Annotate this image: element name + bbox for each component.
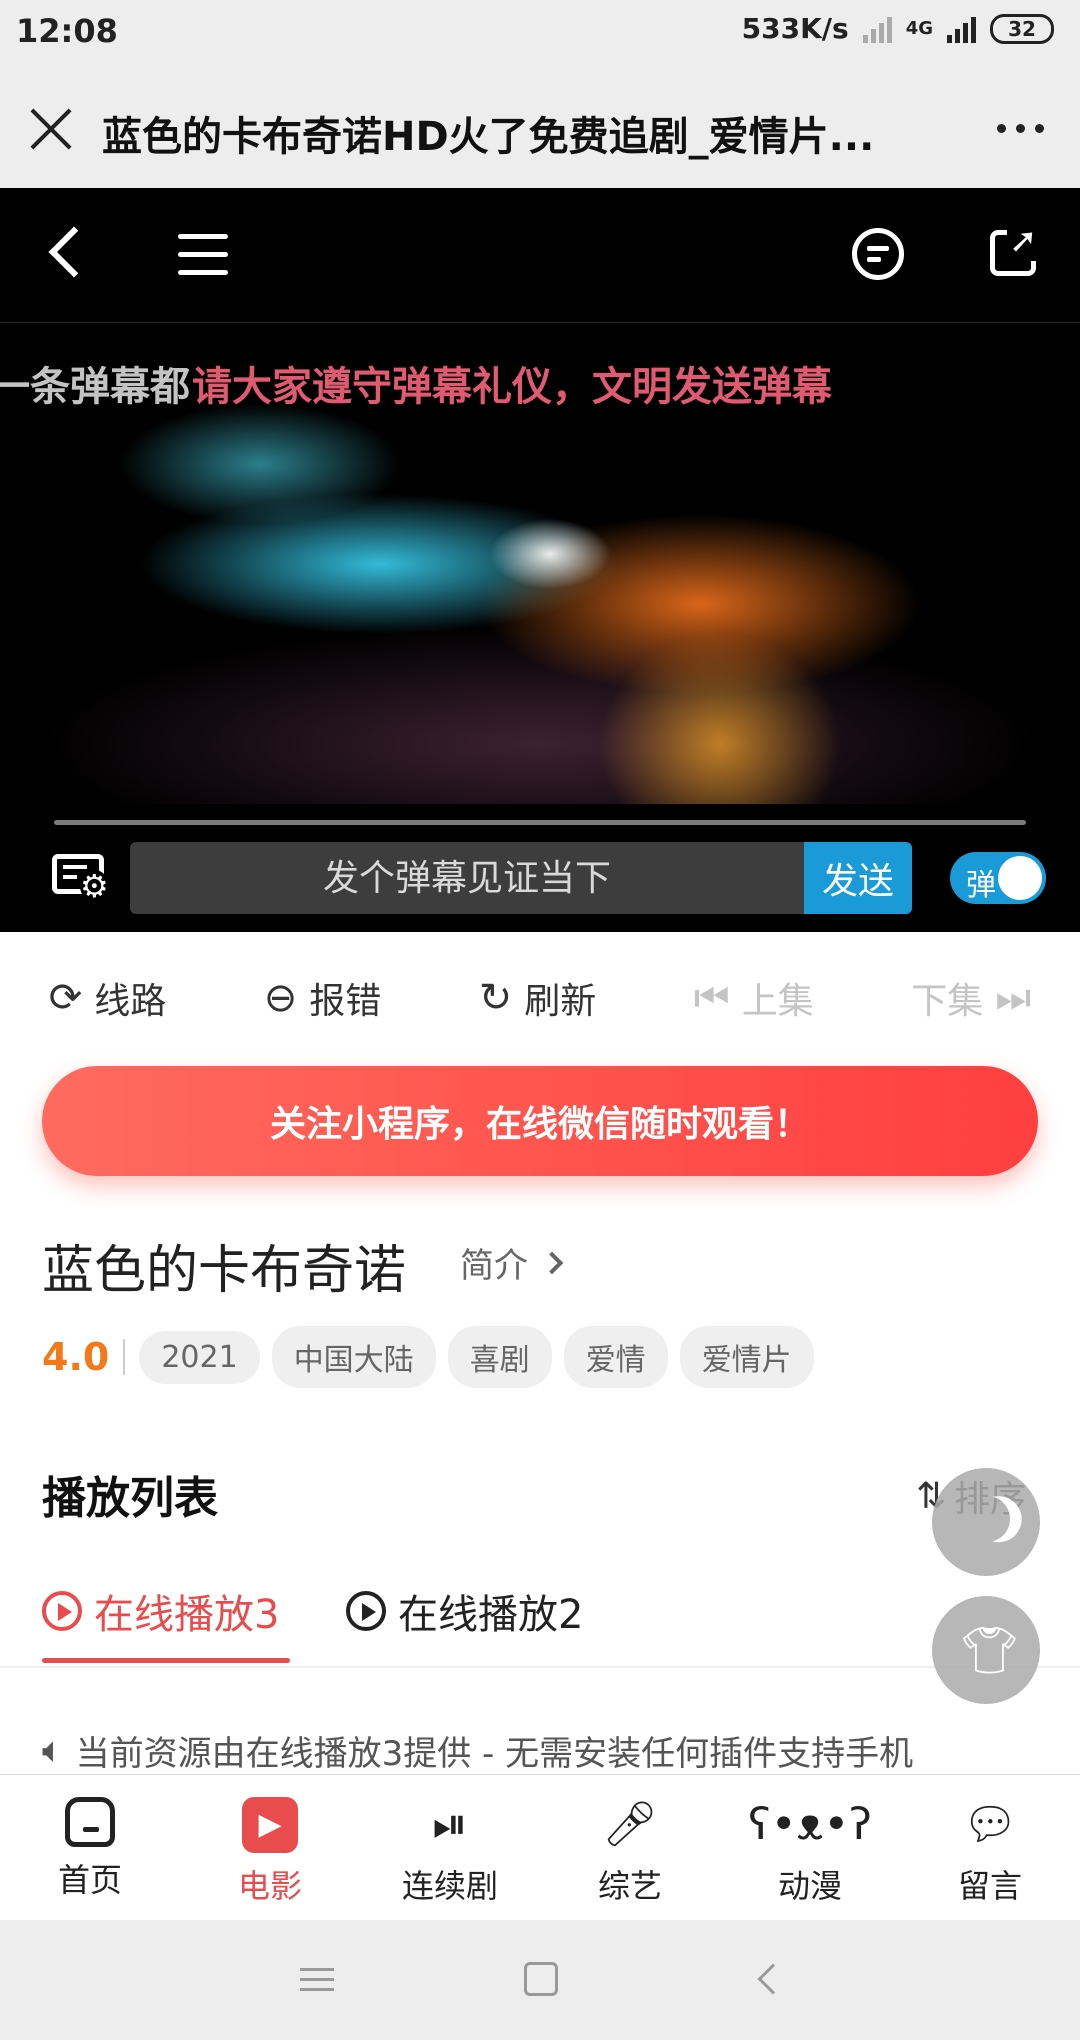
nav-variety[interactable]: 🎤︎ 综艺 [540,1775,720,1920]
nav-label: 首页 [57,1861,122,1899]
follow-mini-program-button[interactable]: 关注小程序，在线微信随时观看！ [42,1066,1038,1176]
danmaku-notice: 请大家遵守弹幕礼仪，文明发送弹幕 [192,364,832,410]
chevron-right-icon [540,1251,564,1274]
source-tabs: 在线播放3 在线播放2 [0,1570,1080,1668]
wifi-signal-icon [862,15,892,43]
refresh-button[interactable]: ↻ 刷新 [479,972,597,1024]
back-arrow-icon[interactable] [757,1963,789,1995]
play-circle-icon [42,1591,82,1631]
playlist-title: 播放列表 [42,1473,218,1524]
next-episode-button[interactable]: 下集 ⏭ [911,972,1031,1024]
intro-link[interactable]: 简介 [460,1238,564,1287]
night-mode-button[interactable] [932,1468,1040,1576]
nav-label: 综艺 [597,1867,662,1905]
toggle-knob [998,856,1042,900]
theme-button[interactable]: 👕︎ [932,1596,1040,1704]
tab-online-play-2[interactable]: 在线播放2 [346,1582,583,1640]
bear-face-icon: ʕ•ᴥ•ʔ [748,1799,872,1850]
status-bar: 12:08 533K/s 4G 32 [0,0,1080,66]
minus-circle-icon: ⊖ [263,975,298,1021]
home-square-icon[interactable] [524,1962,558,1996]
tab-label: 在线播放3 [94,1592,280,1638]
page-title: 蓝色的卡布奇诺HD火了免费追剧_爱情片... [102,114,875,160]
refresh-route-icon: ⟳ [48,975,83,1021]
danmaku-toggle-label: 弹 [966,868,996,903]
report-error-button[interactable]: ⊖ 报错 [264,972,382,1024]
nav-home[interactable]: 首页 [0,1775,180,1920]
report-error-label: 报错 [309,981,382,1022]
next-episode-label: 下集 [911,981,984,1022]
send-danmaku-button[interactable]: 发送 [804,842,912,914]
danmaku-text: 一条弹幕都 [0,364,190,410]
browser-title-bar: 蓝色的卡布奇诺HD火了免费追剧_爱情片... [0,66,1080,188]
route-button[interactable]: ⟳ 线路 [49,972,167,1024]
shirt-icon: 👕︎ [960,1623,1019,1677]
close-icon[interactable] [28,106,74,152]
previous-episode-label: 上集 [741,981,814,1022]
nav-tv-series[interactable]: ⏯ 连续剧 [360,1775,540,1920]
tag-year[interactable]: 2021 [139,1330,260,1384]
battery-icon: 32 [990,13,1054,44]
tag-category[interactable]: 爱情片 [679,1326,814,1388]
tag-genre[interactable]: 喜剧 [447,1326,552,1388]
tag-genre[interactable]: 爱情 [563,1326,668,1388]
refresh-icon: ↻ [478,975,513,1021]
tag-region[interactable]: 中国大陆 [271,1326,436,1388]
status-indicators: 533K/s 4G 32 [742,12,1054,45]
chat-icon[interactable] [852,228,904,280]
microphone-icon: 🎤︎ [602,1799,658,1850]
system-navigation-bar [0,1920,1080,2040]
route-label: 线路 [94,981,167,1022]
menu-icon[interactable] [178,232,228,278]
cell-signal-icon [947,15,976,43]
network-type: 4G [905,18,933,39]
bottom-navigation: 首页 ▶ 电影 ⏯ 连续剧 🎤︎ 综艺 ʕ•ᴥ•ʔ 动漫 💬︎ 留言 [0,1774,1080,1920]
nav-label: 电影 [237,1867,302,1905]
moon-icon [956,1488,1019,1551]
progress-bar[interactable] [54,820,1026,825]
next-episode-icon: ⏭ [995,975,1032,1021]
more-options-icon[interactable] [997,124,1044,133]
source-text: 当前资源由在线播放3提供 - 无需安装任何插件支持手机 [75,1734,914,1774]
home-icon [65,1797,115,1847]
divider [123,1339,126,1375]
source-notice: 🔈︎ 当前资源由在线播放3提供 - 无需安装任何插件支持手机 [42,1726,1042,1775]
danmaku-settings-icon[interactable]: ⚙ [52,852,112,902]
tv-series-icon: ⏯ [432,1799,468,1850]
nav-label: 留言 [957,1867,1022,1905]
player-controls: ⟳ 线路 ⊖ 报错 ↻ 刷新 ⏮ 上集 下集 ⏭ [0,950,1080,1046]
previous-episode-icon: ⏮ [693,975,730,1021]
danmaku-input[interactable] [130,842,804,914]
movie-title: 蓝色的卡布奇诺 [42,1241,407,1301]
nav-movie[interactable]: ▶ 电影 [180,1775,360,1920]
rating: 4.0 [42,1335,110,1379]
player-top-bar [0,188,1080,323]
battery-level: 32 [1008,16,1036,41]
previous-episode-button[interactable]: ⏮ 上集 [694,972,814,1024]
danmaku-toggle[interactable]: 弹 [950,852,1046,904]
video-player[interactable]: 一条弹幕都 请大家遵守弹幕礼仪，文明发送弹幕 ⚙ 发送 弹 [0,188,1080,932]
status-time: 12:08 [16,12,118,50]
movie-meta: 4.0 2021 中国大陆 喜剧 爱情 爱情片 [42,1326,814,1388]
tab-label: 在线播放2 [398,1592,584,1638]
network-speed: 533K/s [741,12,849,45]
refresh-label: 刷新 [524,981,597,1022]
back-icon[interactable] [48,226,100,278]
intro-label: 简介 [460,1246,528,1286]
nav-anime[interactable]: ʕ•ᴥ•ʔ 动漫 [720,1775,900,1920]
active-tab-indicator [42,1658,290,1663]
speaker-icon: 🔈︎ [42,1729,64,1771]
movie-icon: ▶ [242,1797,298,1853]
nav-label: 动漫 [777,1867,842,1905]
share-icon[interactable] [990,221,1040,276]
tab-online-play-3[interactable]: 在线播放3 [42,1582,279,1640]
play-circle-icon [346,1591,386,1631]
nav-message[interactable]: 💬︎ 留言 [900,1775,1080,1920]
recent-apps-icon[interactable] [300,1966,334,1994]
nav-label: 连续剧 [401,1867,498,1905]
message-icon: 💬︎ [962,1799,1018,1850]
